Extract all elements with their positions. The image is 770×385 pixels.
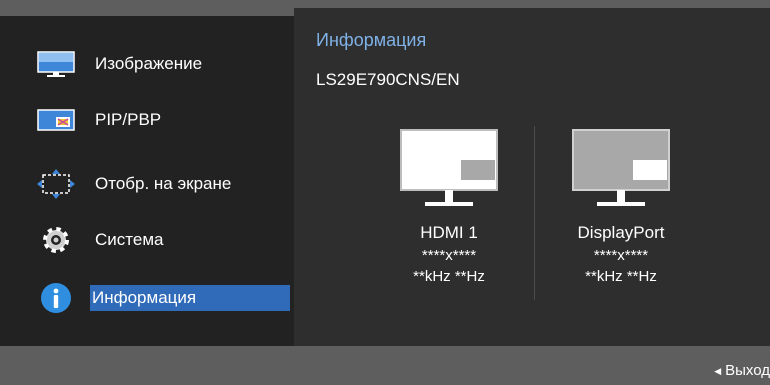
port-frequency: **kHz **Hz <box>585 268 657 285</box>
menu-item-pip-pbp[interactable]: PIP/PBP <box>0 92 294 148</box>
port-resolution: ****x**** <box>421 247 477 264</box>
exit-label: Выход <box>725 362 770 379</box>
menu-label-onscreen-display: Отобр. на экране <box>95 174 232 193</box>
menu-label-information: Информация <box>90 285 291 311</box>
port-hdmi1: HDMI 1 ****x**** **kHz **Hz <box>374 128 524 285</box>
picture-icon <box>36 48 76 80</box>
panel-title: Информация <box>316 30 427 50</box>
menu-item-onscreen-display[interactable]: Отобр. на экране <box>0 156 294 212</box>
information-panel: Информация LS29E790CNS/EN HDMI 1 ****x**… <box>294 8 770 346</box>
monitor-icon <box>399 129 499 214</box>
menu-label-system: Система <box>95 230 164 249</box>
monitor-icon <box>571 129 671 214</box>
menu-item-system[interactable]: Система <box>0 212 294 268</box>
port-name: HDMI 1 <box>420 223 478 242</box>
model-name: LS29E790CNS/EN <box>316 70 460 89</box>
port-displayport: DisplayPort ****x**** **kHz **Hz <box>546 128 696 285</box>
onscreen-display-icon <box>36 168 76 200</box>
pip-pbp-icon <box>36 104 76 136</box>
info-icon <box>36 282 76 314</box>
divider <box>534 126 535 300</box>
menu-item-information[interactable]: Информация <box>0 270 294 326</box>
menu-label-picture: Изображение <box>95 54 203 73</box>
port-name: DisplayPort <box>577 223 665 242</box>
exit-button[interactable]: ◀ Выход <box>714 362 770 379</box>
menu-label-pip-pbp: PIP/PBP <box>95 110 162 129</box>
port-resolution: ****x**** <box>593 247 649 264</box>
menu-item-picture[interactable]: Изображение <box>0 36 294 92</box>
gear-icon <box>36 224 76 256</box>
left-arrow-icon: ◀ <box>714 365 722 376</box>
osd-menu-sidebar: Изображение PIP/PBP Отобр. на экране Сис… <box>0 16 294 346</box>
port-frequency: **kHz **Hz <box>413 268 485 285</box>
